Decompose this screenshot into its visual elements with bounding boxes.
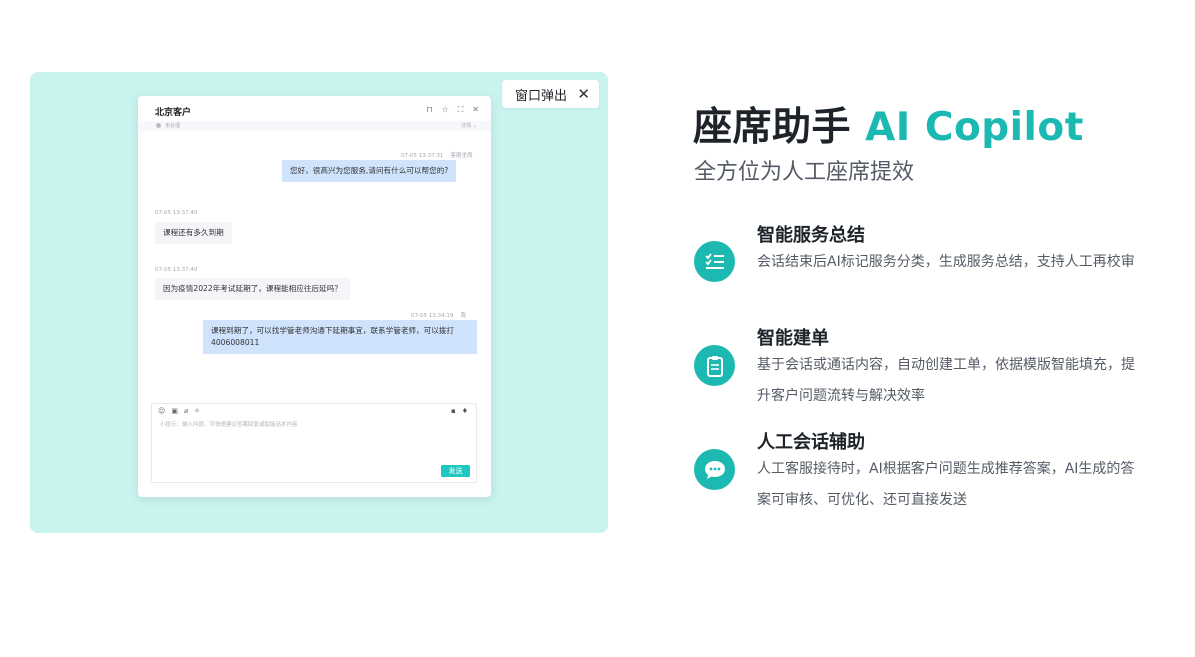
status-dot (156, 123, 161, 128)
customer-message: 因为疫情2022年考试延期了，课程能相应往后延吗？ (155, 278, 350, 300)
page-title: 座席助手 AI Copilot (693, 105, 1084, 150)
chat-title: 北京客户 (155, 108, 192, 118)
agent-message: 课程到期了，可以找学管老师沟通下延期事宜，联系学管老师，可以拨打 4006008… (203, 320, 477, 354)
title-accent: AI Copilot (865, 105, 1084, 150)
chat-bubble-icon (694, 449, 735, 490)
send-button[interactable]: 发送 (441, 465, 470, 477)
message-meta: 07-05 13:34:19 我 (411, 313, 466, 319)
star-icon[interactable]: ☆ (442, 105, 449, 115)
feature-description: 会话结束后AI标记服务分类，生成服务总结，支持人工再校审 (757, 254, 1135, 270)
attachment-icon[interactable]: ⌀ (184, 407, 188, 415)
feature-title: 人工会话辅助 (757, 432, 865, 453)
expand-icon[interactable]: ⛶ (458, 105, 464, 115)
chat-status-bar: 未处理 详情 ⌄ (138, 121, 491, 131)
customer-message: 课程还有多久到期 (155, 222, 232, 244)
details-link[interactable]: 详情 ⌄ (461, 122, 477, 129)
chat-window: 北京客户 ⊓ ☆ ⛶ ✕ 未处理 详情 ⌄ 07-05 13:37:31 客服坐… (138, 96, 491, 497)
screenshot-icon[interactable]: ▪ (451, 407, 456, 415)
hat-icon[interactable]: ♦ (462, 407, 468, 415)
feature-title: 智能服务总结 (757, 225, 865, 246)
input-toolbar: ☺ ▣ ⌀ ✧ (158, 407, 200, 415)
feature-title: 智能建单 (757, 328, 829, 349)
page-subtitle: 全方位为人工座席提效 (694, 160, 915, 185)
lock-icon[interactable]: ⊓ (426, 105, 432, 115)
popup-window-button[interactable]: 窗口弹出 ✕ (502, 80, 599, 108)
input-toolbar-right: ▪ ♦ (451, 407, 468, 415)
reply-input[interactable]: ☺ ▣ ⌀ ✧ ▪ ♦ 小提示：输入问题，可快速建议答案回复或智能话术内容 发送 (151, 403, 477, 483)
image-icon[interactable]: ▣ (171, 407, 178, 415)
message-meta: 07-05 13:37:40 (155, 267, 198, 273)
message-meta: 07-05 13:37:40 (155, 210, 198, 216)
close-icon[interactable]: ✕ (577, 85, 590, 103)
emoji-icon[interactable]: ☺ (158, 407, 165, 415)
input-placeholder: 小提示：输入问题，可快速建议答案回复或智能话术内容 (160, 422, 298, 428)
message-meta: 07-05 13:37:31 客服坐席 (401, 153, 473, 159)
magic-icon[interactable]: ✧ (194, 407, 200, 415)
feature-description: 人工客服接待时，AI根据客户问题生成推荐答案，AI生成的答案可审核、可优化、还可… (757, 461, 1135, 508)
clipboard-icon (694, 345, 735, 386)
popup-label: 窗口弹出 (515, 88, 568, 104)
status-text: 未处理 (165, 123, 181, 129)
checklist-icon (694, 241, 735, 282)
agent-message: 您好，很高兴为您服务,请问有什么可以帮您的? (282, 160, 457, 182)
close-icon[interactable]: ✕ (472, 105, 479, 115)
window-controls: ⊓ ☆ ⛶ ✕ (426, 105, 479, 115)
feature-description: 基于会话或通话内容，自动创建工单，依据模版智能填充，提升客户问题流转与解决效率 (757, 357, 1135, 404)
